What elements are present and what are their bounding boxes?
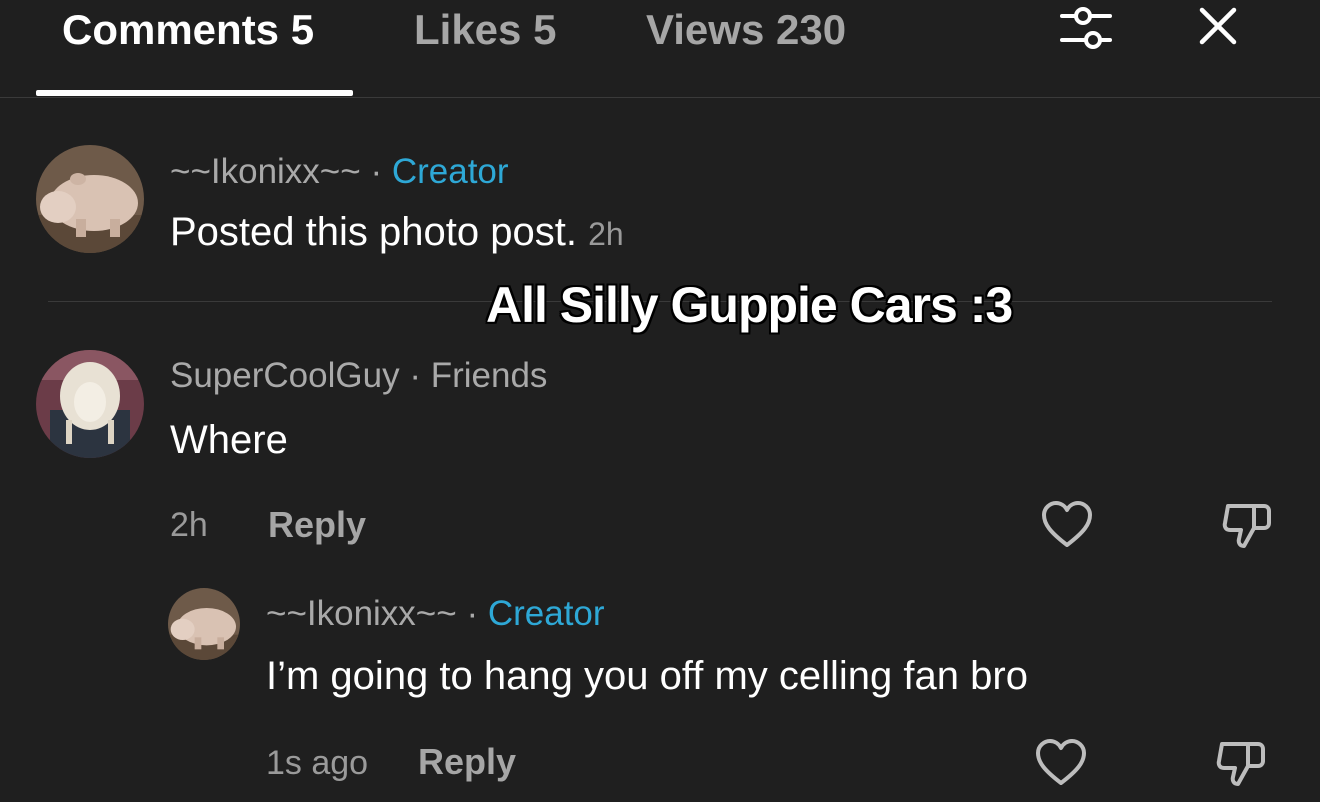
tab-likes[interactable]: Likes 5 [414,6,556,54]
active-tab-indicator [36,90,353,96]
post-author-avatar[interactable] [36,145,144,253]
reply-text: I’m going to hang you off my celling fan… [266,654,1028,698]
reply-button[interactable]: Reply [268,504,366,546]
tab-views[interactable]: Views 230 [646,6,846,54]
comment-author-name[interactable]: SuperCoolGuy [170,356,400,395]
creator-badge: Creator [391,152,509,191]
like-heart-icon[interactable] [1034,738,1088,788]
separator-dot: · [409,356,421,395]
reply-button[interactable]: Reply [418,741,516,783]
hippo-avatar-icon [36,145,144,253]
close-icon[interactable] [1194,2,1242,50]
dislike-icon[interactable] [1220,500,1274,552]
post-author-line: ~~Ikonixx~~ · Creator [170,152,509,192]
creator-badge: Creator [487,594,605,633]
post-time: 2h [588,216,624,252]
reply-author-name[interactable]: ~~Ikonixx~~ [266,594,457,633]
overlay-caption: All Silly Guppie Cars :3 [486,277,1013,333]
comment-time: 2h [170,506,208,544]
separator-dot: · [370,152,383,191]
comment-author-avatar[interactable] [36,350,144,458]
post-author-name[interactable]: ~~Ikonixx~~ [170,152,361,191]
sliders-icon[interactable] [1058,2,1114,54]
like-heart-icon[interactable] [1040,500,1094,550]
friends-badge: Friends [430,356,548,395]
dislike-icon[interactable] [1214,738,1268,790]
tab-comments[interactable]: Comments 5 [62,6,314,54]
hippo-avatar-icon [168,588,240,660]
post-text: Posted this photo post. [170,210,577,254]
tab-bar: Comments 5 Likes 5 Views 230 [0,0,1320,98]
comment-text: Where [170,418,288,462]
comment-author-line: SuperCoolGuy · Friends [170,356,547,396]
separator-dot: · [466,594,479,633]
reply-author-avatar[interactable] [168,588,240,660]
lion-avatar-icon [36,350,144,458]
reply-author-line: ~~Ikonixx~~ · Creator [266,594,605,634]
reply-time: 1s ago [266,744,369,782]
post-description: Posted this photo post. 2h [170,210,624,255]
